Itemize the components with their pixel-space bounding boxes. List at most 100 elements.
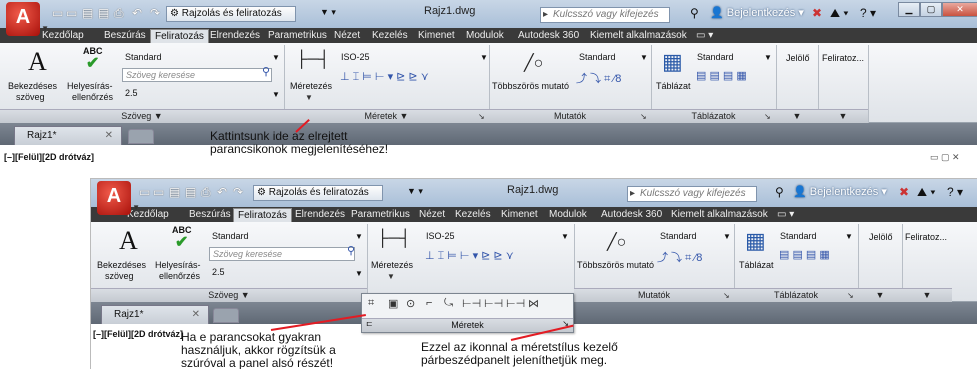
dim-update-icon[interactable]: ⋈ <box>528 297 539 310</box>
panel-footer-dimensions[interactable]: Méretek ▼ <box>284 109 489 123</box>
table-style-select[interactable]: Standard <box>694 51 764 65</box>
viewport-controls[interactable]: [–][Felül][2D drótváz] <box>4 152 94 162</box>
table-icon[interactable]: ▦ <box>745 228 766 254</box>
chevron-down-icon[interactable]: ▼ ▾ <box>320 7 336 18</box>
text-height-input[interactable]: 2.5 <box>122 87 280 101</box>
markup-label[interactable]: Jelölő <box>786 53 810 63</box>
chevron-down-icon[interactable]: ▼ <box>272 53 280 62</box>
text-search-input[interactable]: Szöveg keresése <box>209 247 355 261</box>
exchange-icon[interactable]: ✖ <box>899 185 909 199</box>
save-as-icon[interactable]: ▤ <box>98 6 109 20</box>
mtext-icon[interactable]: A <box>28 47 47 77</box>
tab-beszuras[interactable]: Beszúrás <box>104 29 146 43</box>
leader-style-select[interactable]: Standard <box>657 230 727 244</box>
mleader-icon[interactable]: ╱○ <box>607 232 626 252</box>
undo-icon[interactable]: ↶ <box>132 6 142 20</box>
chevron-down-icon[interactable]: ▼ <box>355 232 363 241</box>
help-icon[interactable]: ? ▾ <box>860 6 876 20</box>
binoculars-icon[interactable]: ⚲ <box>690 6 699 20</box>
dim-jog-icon[interactable]: ⌐ <box>426 297 432 309</box>
spellcheck-icon[interactable]: ✔ <box>86 53 99 73</box>
dialog-launcher-icon[interactable]: ↘ <box>640 112 647 121</box>
viewport-controls[interactable]: [–][Felül][2D drótváz] <box>93 329 183 339</box>
workspace-select[interactable]: ⚙ Rajzolás és feliratozás <box>253 185 383 201</box>
panel-footer-scaling[interactable]: ▼ <box>902 288 952 302</box>
tab-drawing[interactable]: Rajz1* ✕ <box>14 126 122 145</box>
application-menu-button[interactable]: A ▼ <box>6 2 49 36</box>
tab-drawing[interactable]: Rajz1* ✕ <box>101 305 209 324</box>
dim-inspect-icon[interactable]: ⤿ <box>444 297 453 310</box>
autodesk-icon[interactable]: ⛰ ▾ <box>917 185 935 200</box>
chevron-down-icon[interactable]: ▼ <box>845 232 853 241</box>
tab-autodesk-360[interactable]: Autodesk 360 <box>601 208 662 222</box>
tab-kimenet[interactable]: Kimenet <box>501 208 538 222</box>
application-menu-button[interactable]: A ▼ <box>97 181 140 215</box>
dialog-launcher-icon[interactable]: ↘ <box>478 112 485 121</box>
dialog-launcher-icon[interactable]: ↘ <box>847 291 854 300</box>
table-tools-icon[interactable]: ▤ ▤ ▤ ▦ <box>696 69 747 82</box>
tab-elrendezes[interactable]: Elrendezés <box>210 29 260 43</box>
table-style-select[interactable]: Standard <box>777 230 847 244</box>
annotation-scaling-label[interactable]: Feliratoz... <box>905 232 947 242</box>
panel-footer-tables[interactable]: Táblázatok <box>651 109 776 123</box>
chevron-down-icon[interactable]: ▼ <box>355 269 363 278</box>
binoculars-icon[interactable]: ⚲ <box>775 185 784 199</box>
autodesk-icon[interactable]: ⛰ ▾ <box>830 6 848 21</box>
chevron-down-icon[interactable]: ▼ <box>387 272 395 281</box>
linear-dimension-icon[interactable]: ├─┤ <box>377 230 411 248</box>
dim-center-icon[interactable]: ⊙ <box>406 297 415 310</box>
tab-autodesk-360[interactable]: Autodesk 360 <box>518 29 579 43</box>
text-style-select[interactable]: Standard <box>122 51 272 65</box>
save-icon[interactable]: ▤ <box>169 185 180 199</box>
signin-link[interactable]: 👤 Bejelentkezés ▾ <box>710 6 804 19</box>
find-replace-icon[interactable]: ⚲ <box>347 244 355 257</box>
leader-tools-icon[interactable]: ⤴ ⤵ ⌗ ⁄8 <box>657 249 702 265</box>
print-icon[interactable]: ⎙ <box>201 185 211 200</box>
close-icon[interactable]: ✕ <box>192 306 200 324</box>
quick-dimension-icon[interactable]: ⌗ <box>368 297 374 310</box>
leader-tools-icon[interactable]: ⤴ ⤵ ⌗ ⁄8 <box>576 70 621 86</box>
chevron-down-icon[interactable]: ▼ <box>723 232 731 241</box>
tab-nezet[interactable]: Nézet <box>334 29 360 43</box>
chevron-down-icon[interactable]: ▼ <box>640 53 648 62</box>
workspace-select[interactable]: ⚙ Rajzolás és feliratozás <box>166 6 296 22</box>
pin-icon[interactable]: ⊏ <box>366 317 373 330</box>
help-icon[interactable]: ? ▾ <box>947 185 963 199</box>
dim-tools-icon[interactable]: ⊥ ⌶ ⊨ ⊢ ▾ ⊵ ⊵ ⋎ <box>340 70 429 84</box>
dim-baseline-icon[interactable]: ⊢⊣ <box>484 297 503 310</box>
new-file-icon[interactable]: ▭ <box>52 6 63 20</box>
search-input[interactable]: Kulcsszó vagy kifejezés <box>540 7 670 23</box>
chevron-down-icon[interactable]: ▼ <box>764 53 772 62</box>
mleader-icon[interactable]: ╱○ <box>524 53 543 73</box>
markup-label[interactable]: Jelölő <box>869 232 893 242</box>
print-icon[interactable]: ⎙ <box>114 6 124 21</box>
panel-footer-markup[interactable]: ▼ <box>858 288 902 302</box>
dim-continue-icon[interactable]: ⊢⊣ <box>506 297 525 310</box>
leader-style-select[interactable]: Standard <box>576 51 646 65</box>
find-replace-icon[interactable]: ⚲ <box>262 65 270 78</box>
tab-modulok[interactable]: Modulok <box>466 29 504 43</box>
tab-feliratozas[interactable]: Feliratozás <box>233 208 292 222</box>
spellcheck-icon[interactable]: ✔ <box>175 232 188 252</box>
dim-space-icon[interactable]: ⊢⊣ <box>462 297 481 310</box>
panel-footer-markup[interactable]: ▼ <box>776 109 818 123</box>
dim-break-icon[interactable]: ▣ <box>388 297 398 310</box>
dim-tools-icon[interactable]: ⊥ ⌶ ⊨ ⊢ ▾ ⊵ ⊵ ⋎ <box>425 249 514 263</box>
text-style-select[interactable]: Standard <box>209 230 359 244</box>
chevron-down-icon[interactable]: ▼ <box>561 232 569 241</box>
redo-icon[interactable]: ↷ <box>233 185 243 199</box>
save-as-icon[interactable]: ▤ <box>185 185 196 199</box>
panel-footer-tables[interactable]: Táblázatok <box>734 288 858 302</box>
exchange-icon[interactable]: ✖ <box>812 6 822 20</box>
annotation-scaling-label[interactable]: Feliratoz... <box>822 53 864 63</box>
chevron-down-icon[interactable]: ▼ <box>272 90 280 99</box>
mtext-icon[interactable]: A <box>119 226 138 256</box>
undo-icon[interactable]: ↶ <box>217 185 227 199</box>
tab-kimenet[interactable]: Kimenet <box>418 29 455 43</box>
tab-kiemelt[interactable]: Kiemelt alkalmazások <box>671 208 768 222</box>
close-button[interactable]: ✕ <box>942 2 977 17</box>
save-icon[interactable]: ▤ <box>82 6 93 20</box>
signin-link[interactable]: 👤 Bejelentkezés ▾ <box>793 185 887 198</box>
ribbon-options-icon[interactable]: ▭ ▾ <box>696 29 713 43</box>
open-file-icon[interactable]: ▭ <box>153 185 164 199</box>
